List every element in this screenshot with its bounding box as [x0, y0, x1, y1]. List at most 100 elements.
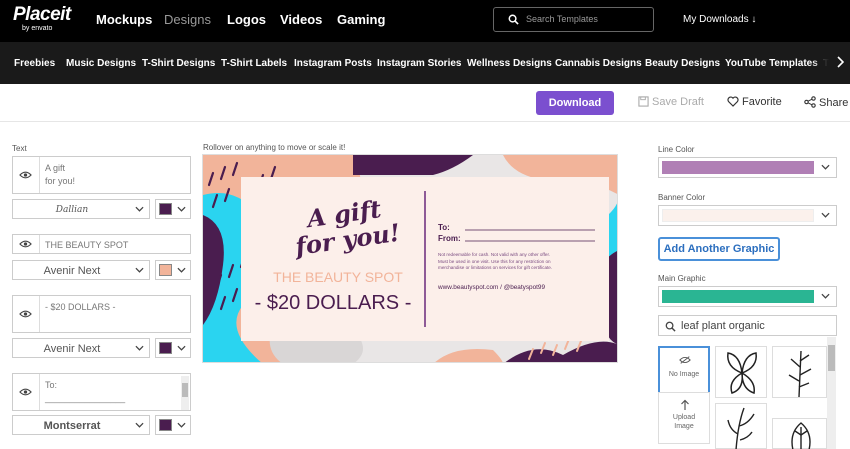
upload-icon — [681, 399, 689, 410]
category-tshirt-labels[interactable]: T-Shirt Labels — [221, 58, 287, 69]
logo-subtext: by envato — [22, 25, 53, 32]
card-from-label[interactable]: From: — [438, 234, 461, 243]
share-label: Share — [819, 97, 849, 109]
nav-mockups[interactable]: Mockups — [96, 12, 152, 27]
eye-icon[interactable] — [19, 387, 32, 397]
text-line-2: ________________ — [45, 393, 126, 403]
chevron-right-icon[interactable] — [836, 56, 845, 71]
heart-icon — [727, 96, 739, 107]
action-bar: Download Save Draft Favorite Share — [0, 84, 850, 122]
save-icon — [638, 96, 649, 107]
share-button[interactable]: Share — [804, 96, 848, 109]
color-picker-amount[interactable] — [155, 338, 191, 358]
nav-logos[interactable]: Logos — [227, 12, 266, 27]
eye-icon[interactable] — [19, 309, 32, 319]
line-color-label: Line Color — [658, 145, 695, 154]
font-select-brand[interactable]: Avenir Next — [12, 260, 150, 280]
line-color-swatch — [662, 161, 814, 174]
text-field-gift[interactable]: A gift for you! — [12, 156, 191, 194]
design-canvas[interactable]: A gift for you! THE BEAUTY SPOT - $20 DO… — [202, 154, 618, 363]
banner-color-select[interactable] — [658, 205, 837, 226]
card-contact[interactable]: www.beautyspot.com / @beatyspot99 — [438, 284, 545, 291]
my-downloads-link[interactable]: My Downloads ↓ — [683, 14, 756, 25]
main-graphic-label: Main Graphic — [658, 274, 706, 283]
text-field-to[interactable]: To: ________________ — [12, 373, 191, 411]
main-graphic-color-select[interactable] — [658, 286, 837, 307]
category-instagram-posts[interactable]: Instagram Posts — [294, 58, 372, 69]
chevron-down-icon — [177, 422, 186, 428]
color-swatch — [159, 264, 172, 276]
category-tshirt-designs[interactable]: T-Shirt Designs — [142, 58, 215, 69]
field-divider — [39, 374, 40, 410]
graphic-search-value: leaf plant organic — [681, 320, 765, 332]
nav-videos[interactable]: Videos — [280, 12, 322, 27]
text-field-value: THE BEAUTY SPOT — [45, 240, 129, 250]
chevron-down-icon — [821, 212, 830, 218]
leaf-flower-icon — [727, 352, 757, 394]
text-field-value: To: ________________ — [45, 379, 125, 405]
font-select-to[interactable]: Montserrat — [12, 415, 150, 435]
category-instagram-stories[interactable]: Instagram Stories — [377, 58, 461, 69]
card-fine-print[interactable]: Not redeemable for cash. Not valid with … — [438, 252, 552, 272]
category-freebies[interactable]: Freebies — [14, 58, 55, 69]
font-select-gift[interactable]: Dallian — [12, 199, 150, 219]
background-artwork — [203, 155, 617, 362]
category-youtube-templates[interactable]: YouTube Templates — [725, 58, 818, 69]
category-music-designs[interactable]: Music Designs — [66, 58, 136, 69]
color-picker-gift[interactable] — [155, 199, 191, 219]
category-wellness-designs[interactable]: Wellness Designs — [467, 58, 552, 69]
card-amount[interactable]: - $20 DOLLARS - — [243, 292, 423, 315]
text-line-2: for you! — [45, 176, 76, 186]
eye-icon[interactable] — [19, 170, 32, 180]
textarea-scrollbar[interactable] — [181, 376, 189, 410]
eye-slash-icon — [679, 356, 691, 364]
graphic-option-sprig[interactable] — [715, 403, 767, 449]
category-cannabis-designs[interactable]: Cannabis Designs — [555, 58, 642, 69]
chevron-down-icon — [177, 345, 186, 351]
favorite-button[interactable]: Favorite — [727, 96, 782, 108]
line-color-select[interactable] — [658, 157, 837, 178]
search-icon — [508, 14, 519, 25]
upload-label-line-2: Image — [674, 423, 694, 430]
canvas-hint: Rollover on anything to move or scale it… — [203, 143, 346, 152]
eye-icon[interactable] — [19, 239, 32, 249]
save-draft-button[interactable]: Save Draft — [638, 96, 704, 108]
text-line-1: To: — [45, 380, 58, 390]
card-brand[interactable]: THE BEAUTY SPOT — [263, 269, 413, 285]
add-another-graphic-button[interactable]: Add Another Graphic — [658, 237, 780, 261]
chevron-down-icon — [177, 267, 186, 273]
text-field-brand[interactable]: THE BEAUTY SPOT — [12, 234, 191, 254]
font-select-value: Dallian — [55, 205, 89, 215]
text-field-amount[interactable]: - $20 DOLLARS - — [12, 295, 191, 333]
graphic-option-leaf[interactable] — [772, 418, 827, 449]
color-picker-to[interactable] — [155, 415, 191, 435]
color-swatch — [159, 419, 172, 431]
no-image-option[interactable]: No Image — [658, 346, 710, 398]
nav-designs[interactable]: Designs — [164, 12, 211, 27]
fine-print-line-3: merchandise or limitations on services f… — [438, 265, 553, 270]
search-input[interactable]: Search Templates — [493, 7, 654, 32]
main-graphic-color-swatch — [662, 290, 814, 303]
graphic-option-branch[interactable] — [772, 346, 827, 398]
scrollbar-thumb[interactable] — [182, 383, 188, 397]
no-image-label: No Image — [668, 371, 700, 378]
fine-print-line-1: Not redeemable for cash. Not valid with … — [438, 252, 551, 257]
chevron-down-icon — [135, 345, 144, 351]
text-field-value: A gift for you! — [45, 162, 75, 188]
download-button[interactable]: Download — [536, 91, 614, 115]
font-select-amount[interactable]: Avenir Next — [12, 338, 150, 358]
card-to-label[interactable]: To: — [438, 223, 450, 232]
color-swatch — [159, 203, 172, 215]
graphic-option-flower[interactable] — [715, 346, 767, 398]
upload-image-label: Upload Image — [659, 413, 709, 431]
font-select-value: Avenir Next — [43, 343, 101, 355]
color-picker-brand[interactable] — [155, 260, 191, 280]
graphics-scrollbar[interactable] — [827, 337, 836, 449]
scrollbar-thumb[interactable] — [828, 345, 835, 371]
upload-image-option[interactable]: Upload Image — [658, 392, 710, 444]
nav-gaming[interactable]: Gaming — [337, 12, 385, 27]
category-beauty-designs[interactable]: Beauty Designs — [645, 58, 720, 69]
graphic-search-input[interactable]: leaf plant organic — [658, 315, 837, 336]
placeit-logo[interactable]: Placeit by envato — [13, 5, 71, 33]
banner-color-label: Banner Color — [658, 193, 706, 202]
